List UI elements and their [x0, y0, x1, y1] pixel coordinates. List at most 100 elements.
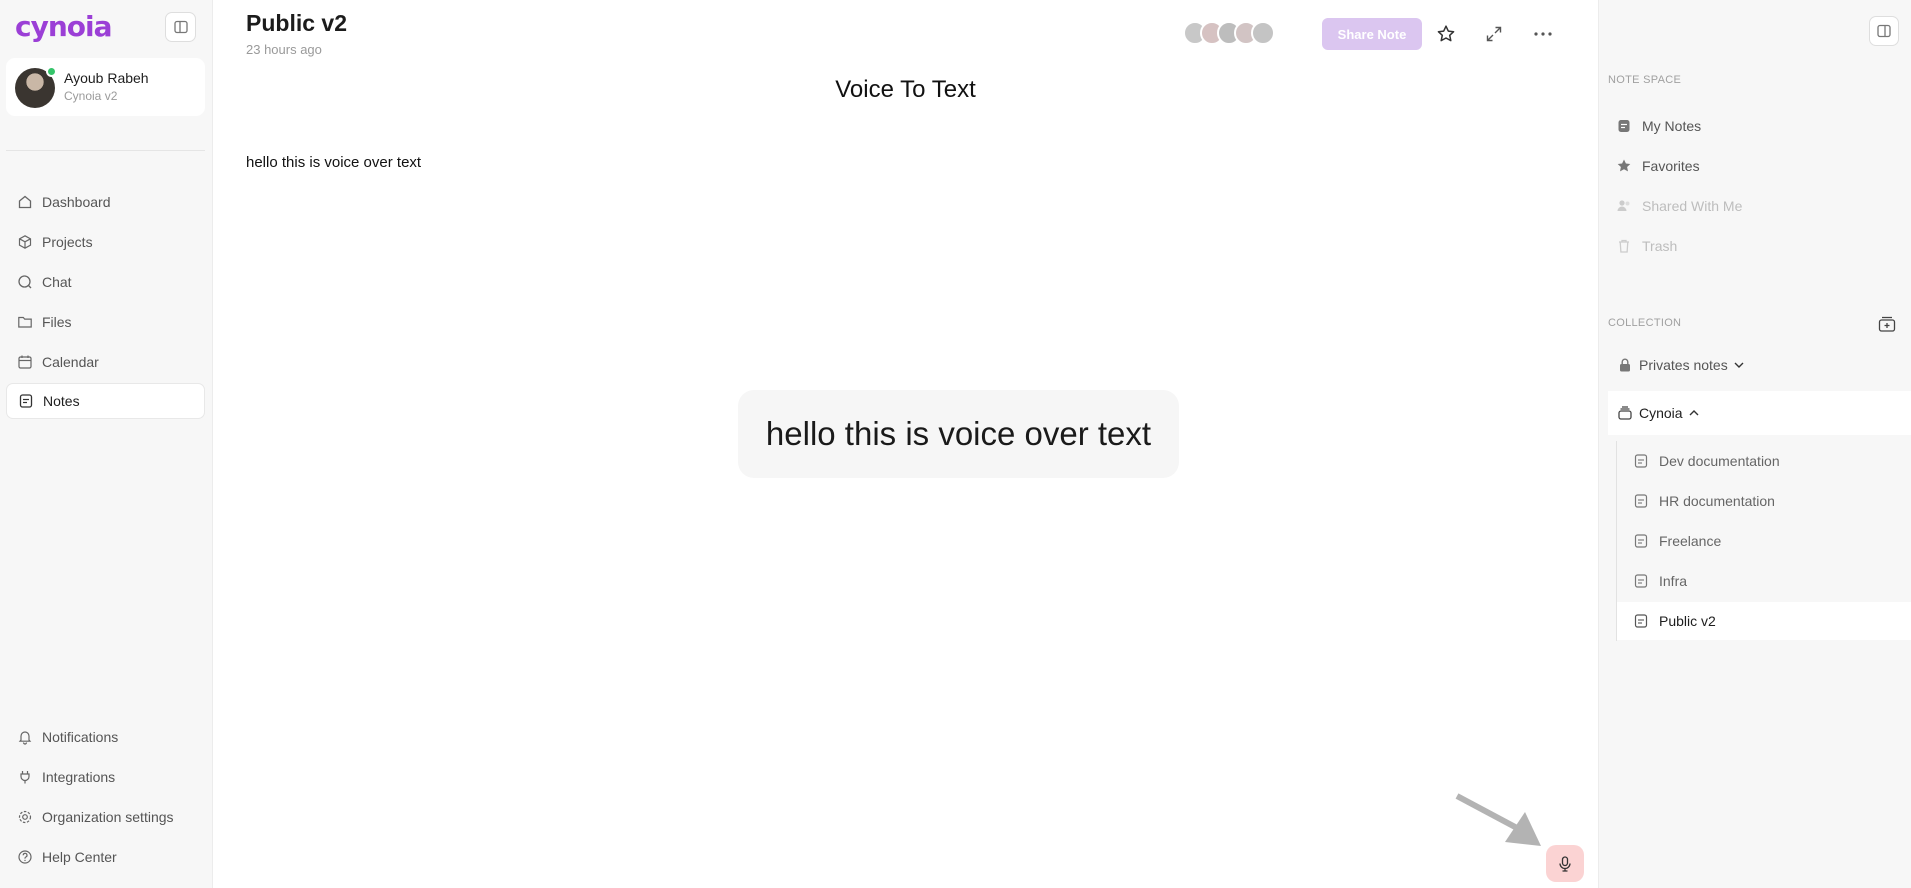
nav-item-files[interactable]: Files: [6, 304, 205, 340]
nav-label: Notifications: [42, 729, 119, 745]
chevron-down-icon: [1734, 362, 1744, 368]
doc-label: Dev documentation: [1659, 453, 1780, 469]
nav-label: Calendar: [42, 354, 99, 370]
user-organization: Cynoia v2: [64, 89, 118, 103]
expand-button[interactable]: [1480, 20, 1508, 48]
note-space-title: NOTE SPACE: [1608, 74, 1682, 86]
add-folder-icon: [1878, 316, 1896, 332]
collapse-sidebar-button[interactable]: [165, 12, 196, 42]
collection-label: Privates notes: [1639, 357, 1728, 373]
nav-label: Help Center: [42, 849, 117, 865]
plug-icon: [20, 771, 30, 784]
calendar-icon: [18, 355, 32, 369]
voice-record-button[interactable]: [1546, 845, 1584, 882]
add-collection-button[interactable]: [1876, 313, 1898, 335]
nav-item-help-center[interactable]: Help Center: [6, 839, 205, 875]
collection-label: Cynoia: [1639, 405, 1683, 421]
users-icon: [1617, 200, 1630, 211]
home-icon: [18, 195, 32, 209]
gear-icon: [18, 810, 32, 824]
more-horizontal-icon: [1534, 32, 1552, 36]
nav-item-chat[interactable]: Chat: [6, 264, 205, 300]
collection-title: COLLECTION: [1608, 317, 1682, 329]
note-space-favorites[interactable]: Favorites: [1608, 148, 1904, 184]
user-card[interactable]: Ayoub Rabeh Cynoia v2: [6, 58, 205, 116]
nav-item-notes[interactable]: Notes: [6, 383, 205, 419]
cube-icon: [18, 235, 32, 249]
nav-label: Files: [42, 314, 72, 330]
favorite-button[interactable]: [1432, 20, 1460, 48]
doc-label: Infra: [1659, 573, 1688, 589]
doc-label: Freelance: [1659, 533, 1722, 549]
nav-label: Organization settings: [42, 809, 174, 825]
doc-item-dev-documentation[interactable]: Dev documentation: [1617, 442, 1911, 480]
item-label: Favorites: [1642, 158, 1700, 174]
note-icon: [19, 394, 33, 408]
item-label: Trash: [1642, 238, 1678, 254]
nav-item-projects[interactable]: Projects: [6, 224, 205, 260]
star-icon: [1617, 159, 1631, 172]
nav-item-notifications[interactable]: Notifications: [6, 719, 205, 755]
chevron-up-icon: [1689, 410, 1699, 416]
nav-label: Integrations: [42, 769, 116, 785]
help-icon: [18, 850, 32, 864]
chat-icon: [18, 275, 32, 289]
nav-label: Projects: [42, 234, 93, 250]
microphone-icon: [1559, 855, 1571, 872]
document-body-text[interactable]: hello this is voice over text: [246, 154, 421, 171]
user-name: Ayoub Rabeh: [64, 70, 149, 86]
nav-item-dashboard[interactable]: Dashboard: [6, 184, 205, 220]
stack-icon: [1618, 406, 1632, 420]
more-options-button[interactable]: [1529, 20, 1557, 48]
doc-item-infra[interactable]: Infra: [1617, 562, 1911, 600]
nav-item-integrations[interactable]: Integrations: [6, 759, 205, 795]
note-editor: Public v2 23 hours ago Share Note Voice …: [213, 0, 1598, 888]
sidebar-toggle-icon: [173, 20, 188, 34]
note-icon: [1634, 494, 1648, 508]
collaborator-avatars[interactable]: [1183, 21, 1275, 45]
doc-item-public-v2[interactable]: Public v2: [1617, 602, 1911, 640]
note-icon: [1618, 120, 1630, 132]
avatar: [15, 66, 57, 108]
voice-transcript-bubble: hello this is voice over text: [738, 390, 1179, 478]
star-icon: [1437, 25, 1455, 42]
doc-label: HR documentation: [1659, 493, 1775, 509]
bell-icon: [18, 731, 32, 745]
nav-item-organization-settings[interactable]: Organization settings: [6, 799, 205, 835]
nav-label: Chat: [42, 274, 72, 290]
nav-label: Dashboard: [42, 194, 111, 210]
note-space-shared-with-me[interactable]: Shared With Me: [1608, 188, 1904, 224]
toggle-right-panel-button[interactable]: [1869, 16, 1899, 46]
page-title: Public v2: [246, 10, 347, 36]
folder-icon: [18, 316, 32, 328]
note-icon: [1634, 574, 1648, 588]
last-updated: 23 hours ago: [246, 42, 322, 57]
online-status-dot: [46, 66, 57, 77]
note-space-trash[interactable]: Trash: [1608, 228, 1904, 264]
expand-icon: [1486, 26, 1502, 42]
sidebar-divider: [6, 150, 205, 151]
note-icon: [1634, 534, 1648, 548]
left-sidebar: cynoia Ayoub Rabeh Cynoia v2 Dashboard P…: [0, 0, 213, 888]
document-heading[interactable]: Voice To Text: [213, 76, 1598, 104]
cynoia-logo[interactable]: cynoia: [15, 10, 113, 43]
share-note-button[interactable]: Share Note: [1322, 18, 1422, 50]
right-sidebar: NOTE SPACE My Notes Favorites Shared Wit…: [1598, 0, 1911, 888]
sidebar-toggle-icon: [1877, 24, 1891, 38]
collection-cynoia[interactable]: Cynoia: [1608, 391, 1911, 435]
nav-label: Notes: [43, 393, 80, 409]
note-icon: [1634, 614, 1648, 628]
doc-label: Public v2: [1659, 613, 1716, 629]
item-label: My Notes: [1642, 118, 1702, 134]
trash-icon: [1619, 239, 1629, 253]
collaborator-avatar: [1251, 21, 1275, 45]
item-label: Shared With Me: [1642, 198, 1743, 214]
doc-item-freelance[interactable]: Freelance: [1617, 522, 1911, 560]
collection-privates-notes[interactable]: Privates notes: [1608, 343, 1911, 387]
pointer-arrow-icon: [1455, 793, 1541, 846]
lock-icon: [1620, 358, 1630, 372]
note-icon: [1634, 454, 1648, 468]
doc-item-hr-documentation[interactable]: HR documentation: [1617, 482, 1911, 520]
nav-item-calendar[interactable]: Calendar: [6, 344, 205, 380]
note-space-my-notes[interactable]: My Notes: [1608, 108, 1904, 144]
